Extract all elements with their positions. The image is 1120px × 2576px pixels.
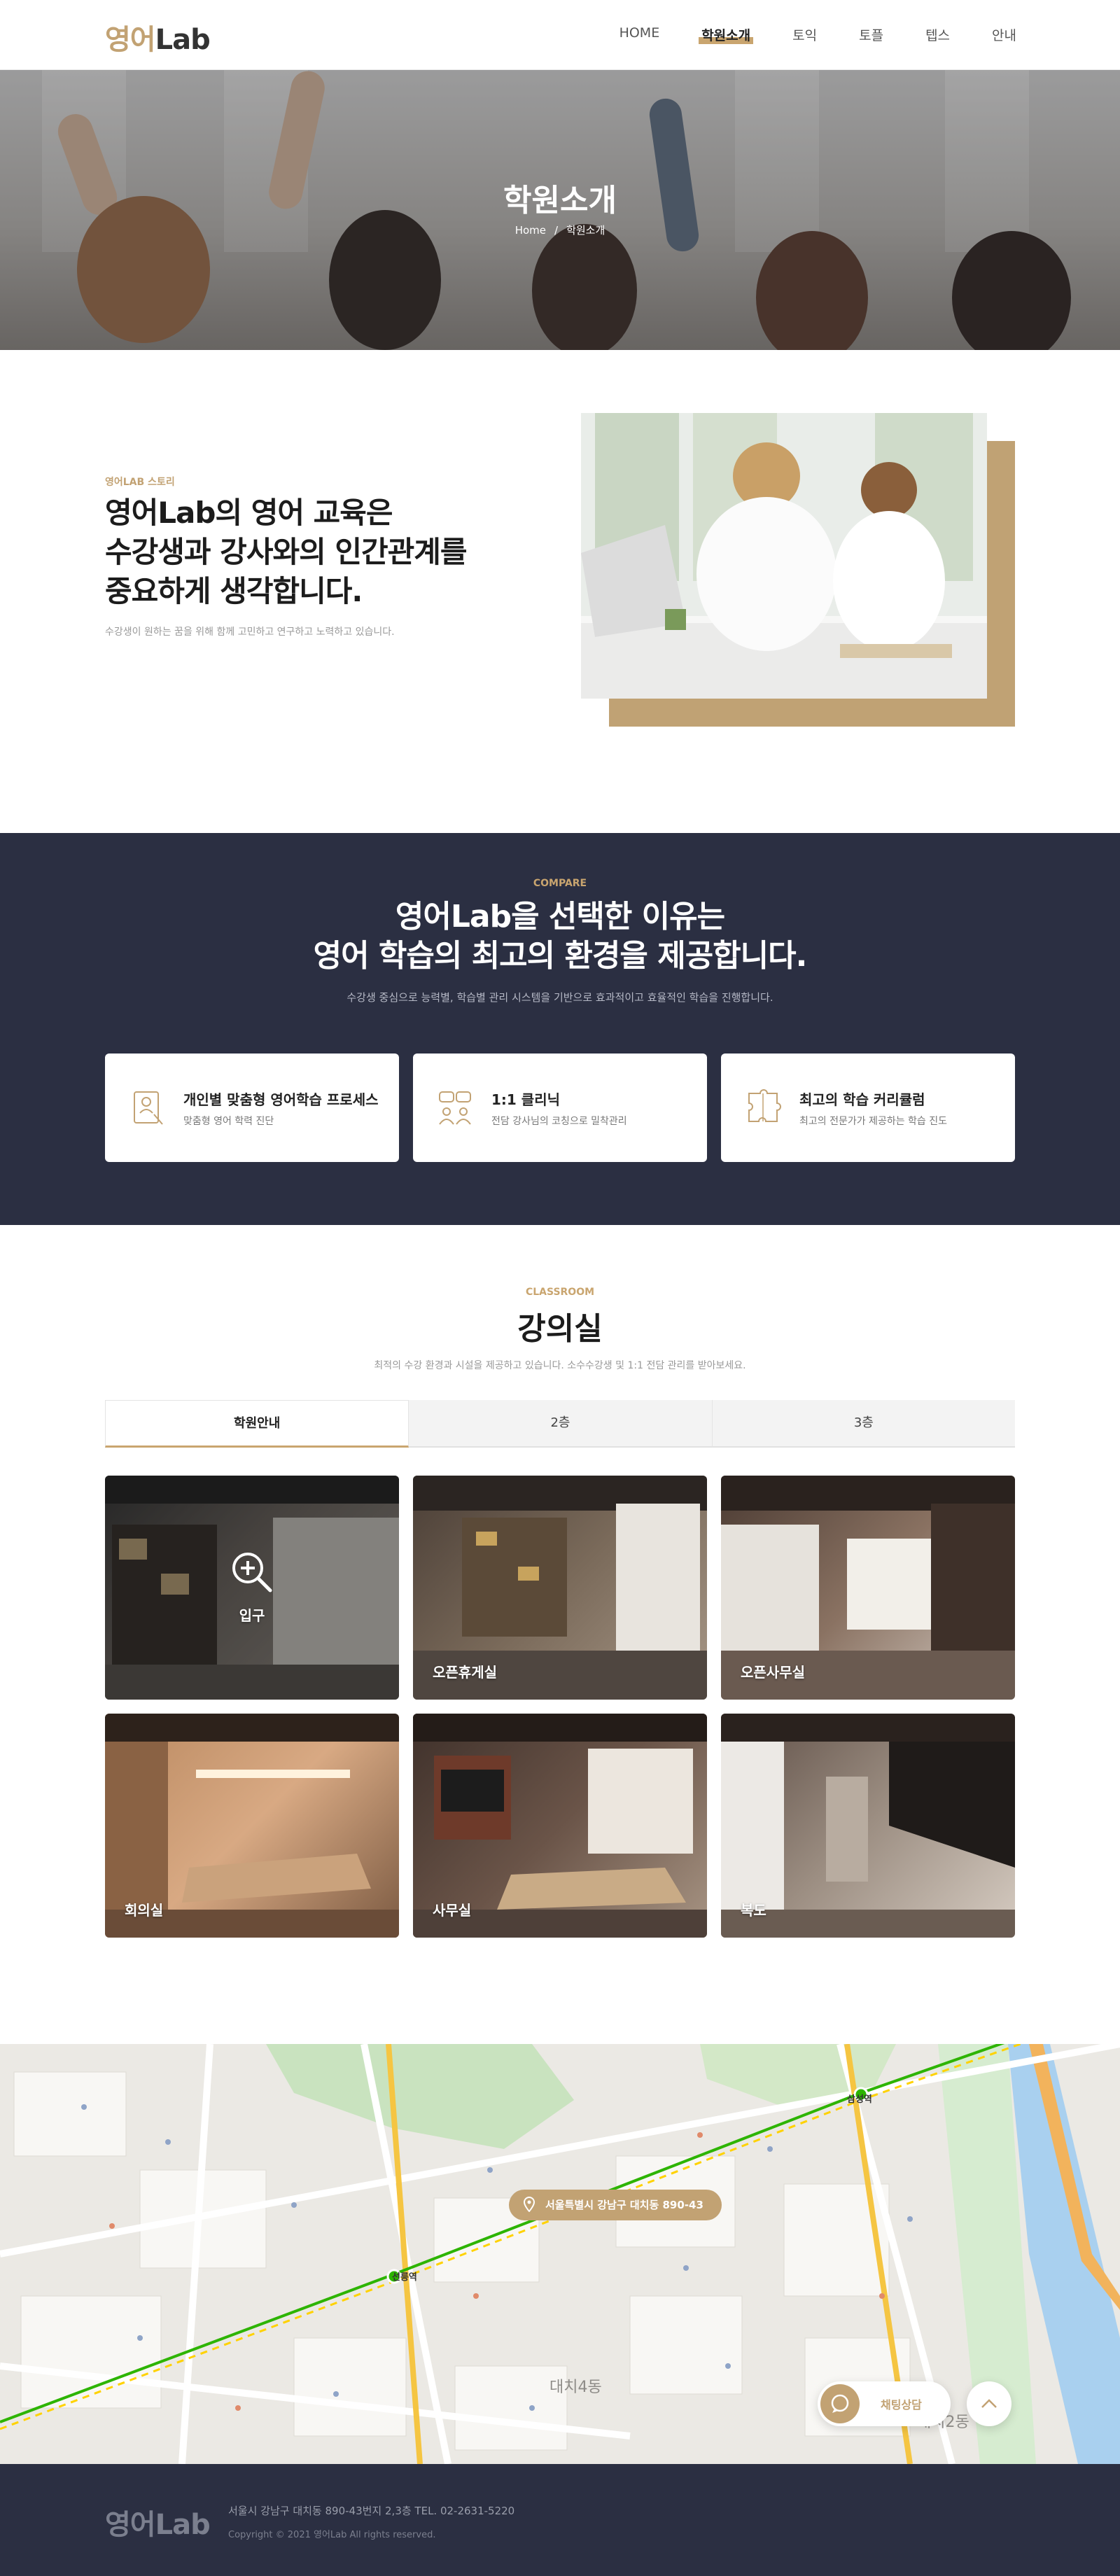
main-nav: HOME 학원소개 토익 토플 텝스 안내: [578, 25, 1016, 44]
tab-floor-3[interactable]: 3층: [712, 1400, 1015, 1448]
story-title: 영어Lab의 영어 교육은 수강생과 강사와의 인간관계를 중요하게 생각합니다…: [105, 493, 468, 611]
zoom-in-icon: [232, 1553, 272, 1592]
document-person-icon: [134, 1091, 163, 1125]
breadcrumb-current: 학원소개: [566, 224, 606, 237]
classroom-tag: CLASSROOM: [525, 1287, 595, 1298]
feature-card: 개인별 맞춤형 영어학습 프로세스 맞춤형 영어 학력 진단: [105, 1054, 399, 1162]
map-label-seolleung: 선릉역: [392, 2272, 417, 2283]
teacher-student-illustration: [581, 413, 987, 699]
feature-card-title: 최고의 학습 커리큘럼: [799, 1091, 925, 1108]
map-canvas: [0, 2044, 1120, 2464]
compare-title-line: 영어Lab을 선택한 이유는: [395, 899, 725, 934]
scroll-top-button[interactable]: [967, 2381, 1011, 2426]
map-address-text: 서울특별시 강남구 대치동 890-43: [545, 2199, 704, 2211]
nav-toefl[interactable]: 토플: [859, 25, 883, 44]
footer-logo: 영어Lab: [105, 2509, 211, 2541]
location-pin-icon: [523, 2197, 536, 2212]
room-label: 오픈사무실: [741, 1664, 805, 1681]
nav-home[interactable]: HOME: [620, 25, 660, 44]
story-title-line: 수강생과 강사와의 인간관계를: [105, 535, 468, 569]
nav-about[interactable]: 학원소개: [699, 25, 754, 44]
map-label-samseong: 삼성역: [847, 2094, 872, 2105]
feature-card-title: 1:1 클리닉: [491, 1091, 560, 1108]
site-header: 영어Lab HOME 학원소개 토익 토플 텝스 안내: [0, 0, 1120, 70]
chat-icon-circle: [820, 2384, 860, 2423]
feature-card-title: 개인별 맞춤형 영어학습 프로세스: [183, 1091, 379, 1108]
location-map[interactable]: 선릉역 삼성역 대치4동 대치2동: [0, 2044, 1120, 2464]
breadcrumb: Home / 학원소개: [0, 223, 1120, 237]
feature-card-desc: 맞춤형 영어 학력 진단: [183, 1116, 274, 1127]
puzzle-icon: [748, 1089, 781, 1122]
room-label: 복도: [741, 1902, 766, 1919]
room-label: 오픈휴게실: [433, 1664, 497, 1681]
logo-korean: 영어: [105, 24, 156, 56]
room-card-hallway[interactable]: 복도: [721, 1714, 1015, 1938]
chat-consult-label: 채팅상담: [881, 2398, 922, 2412]
nav-toeic[interactable]: 토익: [792, 25, 817, 44]
story-title-line: 중요하게 생각합니다.: [105, 574, 363, 608]
room-card-entrance[interactable]: 입구: [105, 1476, 399, 1700]
feature-card: 1:1 클리닉 전담 강사님의 코칭으로 밀착관리: [413, 1054, 707, 1162]
room-card-office[interactable]: 사무실: [413, 1714, 707, 1938]
compare-title-line: 영어 학습의 최고의 환경을 제공합니다.: [313, 938, 808, 974]
compare-section: COMPARE 영어Lab을 선택한 이유는 영어 학습의 최고의 환경을 제공…: [0, 833, 1120, 1225]
compare-title: 영어Lab을 선택한 이유는 영어 학습의 최고의 환경을 제공합니다.: [0, 897, 1120, 976]
story-description: 수강생이 원하는 꿈을 위해 함께 고민하고 연구하고 노력하고 있습니다.: [105, 626, 395, 638]
tab-floor-2[interactable]: 2층: [409, 1400, 713, 1448]
chat-consult-button[interactable]: 채팅상담: [818, 2381, 951, 2426]
classroom-title: 강의실: [517, 1311, 603, 1347]
classroom-description: 최적의 수강 환경과 시설을 제공하고 있습니다. 소수수강생 및 1:1 전담…: [374, 1360, 746, 1371]
compare-tag: COMPARE: [533, 878, 587, 889]
map-address-pin[interactable]: 서울특별시 강남구 대치동 890-43: [509, 2190, 722, 2220]
chevron-up-icon: [981, 2399, 997, 2408]
room-label: 입구: [239, 1607, 265, 1624]
feature-card-desc: 최고의 전문가가 제공하는 학습 진도: [799, 1116, 947, 1127]
story-title-line: 영어Lab의 영어 교육은: [105, 496, 393, 530]
tab-academy-guide[interactable]: 학원안내: [105, 1400, 410, 1448]
compare-description: 수강생 중심으로 능력별, 학습별 관리 시스템을 기반으로 효과적이고 효율적…: [346, 991, 774, 1004]
chat-bubble-icon: [831, 2394, 849, 2413]
story-tag: 영어LAB 스토리: [105, 477, 175, 488]
story-photo: [581, 413, 987, 699]
footer-copyright: Copyright © 2021 영어Lab All rights reserv…: [228, 2530, 436, 2540]
feature-card-desc: 전담 강사님의 코칭으로 밀착관리: [491, 1116, 627, 1127]
logo-latin: Lab: [155, 24, 211, 56]
logo[interactable]: 영어Lab: [105, 17, 211, 57]
nav-teps[interactable]: 텝스: [925, 25, 950, 44]
room-label: 사무실: [433, 1902, 472, 1919]
feature-card: 최고의 학습 커리큘럼 최고의 전문가가 제공하는 학습 진도: [721, 1054, 1015, 1162]
room-card-open-lounge[interactable]: 오픈휴게실: [413, 1476, 707, 1700]
room-card-open-office[interactable]: 오픈사무실: [721, 1476, 1015, 1700]
nav-guide[interactable]: 안내: [992, 25, 1016, 44]
map-label-daechi4: 대치4동: [550, 2379, 602, 2396]
conversation-icon: [439, 1091, 471, 1125]
footer-address: 서울시 강남구 대치동 890-43번지 2,3층 TEL. 02-2631-5…: [228, 2505, 515, 2517]
page-title: 학원소개: [503, 183, 617, 218]
room-label: 회의실: [125, 1902, 164, 1919]
breadcrumb-home[interactable]: Home: [515, 224, 546, 237]
breadcrumb-separator: /: [554, 224, 559, 237]
hero-banner: 학원소개 Home / 학원소개: [0, 70, 1120, 350]
classroom-tabs: 학원안내 2층 3층: [105, 1400, 1015, 1448]
site-footer: 영어Lab 서울시 강남구 대치동 890-43번지 2,3층 TEL. 02-…: [0, 2464, 1120, 2576]
room-card-meeting-room[interactable]: 회의실: [105, 1714, 399, 1938]
